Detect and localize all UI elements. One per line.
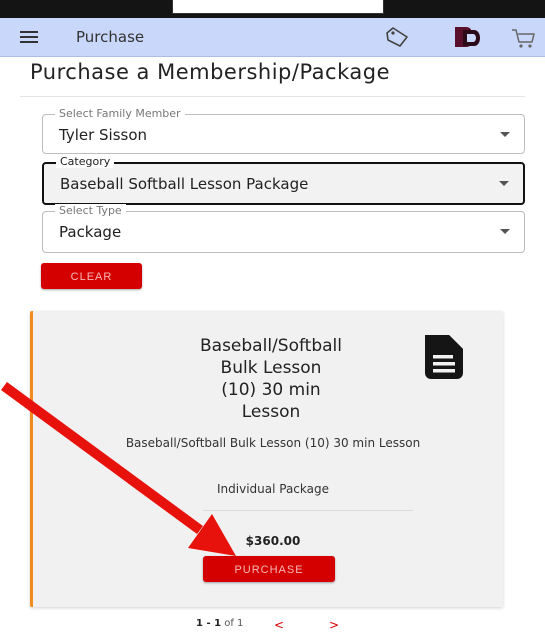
annotation-arrow-icon <box>1 381 236 556</box>
cart-icon[interactable] <box>510 27 536 49</box>
type-select[interactable]: Select Type Package <box>42 204 525 253</box>
pagination-total: of 1 <box>224 618 244 629</box>
chevron-down-icon <box>499 181 509 186</box>
clear-button[interactable]: CLEAR <box>41 263 142 289</box>
package-title-line: Bulk Lesson <box>220 358 322 378</box>
page-title: Purchase a Membership/Package <box>30 60 390 84</box>
type-label: Select Type <box>55 204 126 217</box>
chevron-down-icon <box>500 132 510 137</box>
family-member-select[interactable]: Select Family Member Tyler Sisson <box>42 107 525 154</box>
category-value: Baseball Softball Lesson Package <box>60 175 309 193</box>
brand-logo-icon[interactable] <box>452 25 486 49</box>
family-member-label: Select Family Member <box>55 107 185 120</box>
category-label: Category <box>56 155 115 168</box>
status-strip <box>0 0 545 18</box>
category-select[interactable]: Category Baseball Softball Lesson Packag… <box>42 155 525 205</box>
divider <box>20 96 525 97</box>
pagination-range: 1 - 1 <box>196 618 222 629</box>
status-box <box>172 0 384 14</box>
pagination: 1 - 1 of 1 < > <box>196 618 339 632</box>
next-page-button[interactable]: > <box>329 618 339 632</box>
app-bar: Purchase <box>0 18 545 57</box>
package-title-line: Baseball/Softball <box>200 336 342 356</box>
chevron-down-icon <box>500 229 510 234</box>
prev-page-button[interactable]: < <box>274 618 284 632</box>
tag-icon[interactable] <box>384 26 410 48</box>
menu-icon[interactable] <box>20 31 38 43</box>
document-icon <box>425 335 463 379</box>
app-bar-title: Purchase <box>76 28 145 46</box>
family-member-value: Tyler Sisson <box>59 126 148 144</box>
type-value: Package <box>59 223 122 241</box>
